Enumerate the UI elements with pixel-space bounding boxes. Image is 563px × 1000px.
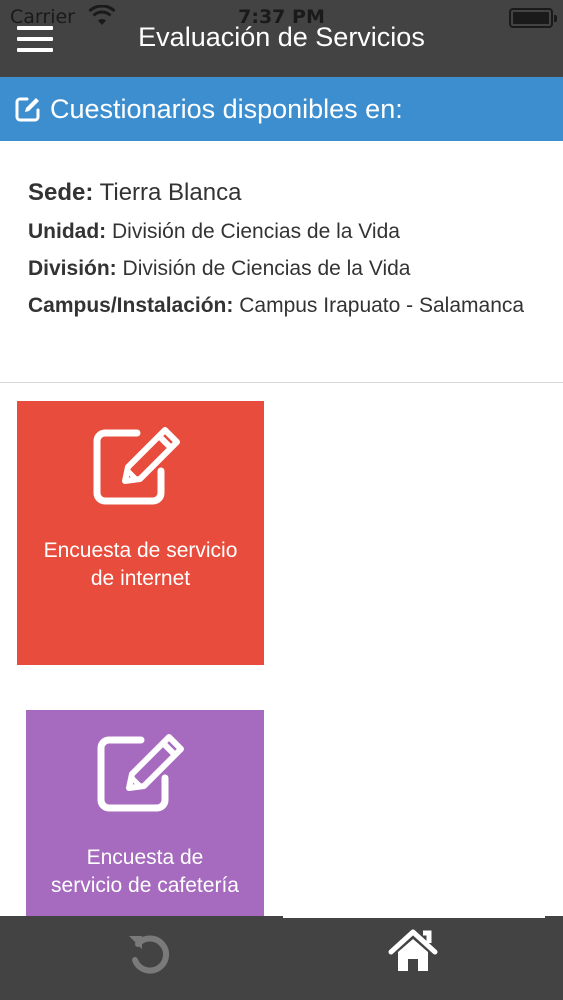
edit-square-icon — [14, 95, 42, 128]
app-header: Carrier 7:37 PM Evaluación de Servicios — [0, 0, 563, 77]
sede-value: Tierra Blanca — [99, 179, 242, 206]
page-title: Evaluación de Servicios — [138, 22, 425, 52]
survey-tile-internet[interactable]: Encuesta de servicio de internet — [17, 401, 264, 665]
card-edge-divider — [283, 916, 545, 918]
refresh-icon[interactable] — [126, 930, 174, 978]
sede-line: Sede: Tierra Blanca — [28, 173, 535, 213]
unidad-line: Unidad: División de Ciencias de la Vida — [28, 213, 535, 250]
section-header: Cuestionarios disponibles en: — [0, 77, 563, 141]
section-title: Cuestionarios disponibles en: — [50, 94, 403, 124]
division-line: División: División de Ciencias de la Vid… — [28, 250, 535, 287]
campus-value: Campus Irapuato - Salamanca — [239, 294, 525, 317]
division-value: División de Ciencias de la Vida — [122, 257, 411, 280]
survey-label-line1: Encuesta de — [86, 846, 204, 869]
survey-label-line1: Encuesta de servicio — [43, 539, 238, 562]
survey-label: Encuesta de servicio de cafetería — [26, 844, 264, 900]
survey-label-line2: de internet — [90, 567, 191, 590]
edit-square-icon — [91, 425, 191, 512]
edit-square-icon — [95, 732, 195, 819]
division-label: División: — [28, 257, 117, 280]
bottom-tab-bar — [0, 916, 563, 1000]
unidad-value: División de Ciencias de la Vida — [112, 220, 400, 243]
campus-line: Campus/Instalación: Campus Irapuato - Sa… — [28, 287, 535, 324]
survey-tile-cafeteria[interactable]: Encuesta de servicio de cafetería — [26, 710, 264, 925]
sede-label: Sede: — [28, 179, 94, 206]
survey-label: Encuesta de servicio de internet — [17, 537, 264, 593]
survey-label-line2: servicio de cafetería — [51, 874, 239, 897]
campus-label: Campus/Instalación: — [28, 294, 234, 317]
unidad-label: Unidad: — [28, 220, 107, 243]
home-icon[interactable] — [388, 928, 438, 974]
location-info-panel: Sede: Tierra Blanca Unidad: División de … — [0, 141, 563, 383]
